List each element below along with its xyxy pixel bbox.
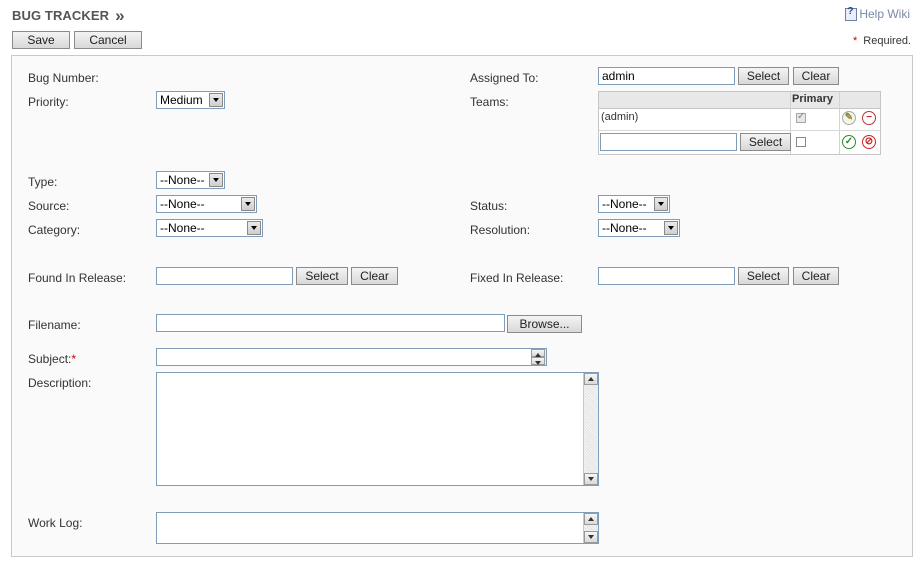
- scroll-up-icon[interactable]: [584, 513, 598, 525]
- accept-icon[interactable]: ✓: [842, 135, 856, 149]
- description-scrollbar[interactable]: [583, 373, 598, 485]
- type-label: Type:: [28, 175, 58, 189]
- assigned-to-label: Assigned To:: [470, 71, 539, 85]
- scroll-track[interactable]: [585, 385, 597, 473]
- type-select[interactable]: --None--: [156, 171, 225, 189]
- divider: [599, 130, 880, 131]
- teams-label: Teams:: [470, 95, 509, 109]
- resolution-label: Resolution:: [470, 223, 531, 237]
- edit-icon[interactable]: ✎: [842, 111, 856, 125]
- page-title-text: BUG TRACKER: [12, 8, 110, 23]
- work-log-textarea[interactable]: [156, 512, 599, 544]
- status-value: --None--: [602, 197, 647, 211]
- assigned-to-input[interactable]: admin: [598, 67, 735, 85]
- priority-label: Priority:: [28, 95, 69, 109]
- fixed-release-clear-button[interactable]: Clear: [793, 267, 839, 285]
- chevron-down-icon: [664, 221, 678, 235]
- teams-table: Primary (admin) ✎ − Select ✓ ⊘: [598, 91, 881, 155]
- assigned-to-clear-button[interactable]: Clear: [793, 67, 839, 85]
- scroll-down-icon[interactable]: [584, 473, 598, 485]
- work-log-label: Work Log:: [28, 516, 83, 530]
- subject-spinner[interactable]: [531, 349, 546, 365]
- scroll-down-icon[interactable]: [584, 531, 598, 543]
- required-star: *: [853, 35, 858, 47]
- required-note: * Required.: [853, 35, 911, 47]
- divider: [839, 92, 840, 154]
- cancel-icon[interactable]: ⊘: [862, 135, 876, 149]
- found-release-select-button[interactable]: Select: [296, 267, 348, 285]
- filename-label: Filename:: [28, 318, 81, 332]
- priority-value: Medium: [160, 93, 203, 107]
- chevron-down-icon: [209, 93, 223, 107]
- fixed-release-label: Fixed In Release:: [470, 271, 564, 285]
- found-release-input[interactable]: [156, 267, 293, 285]
- primary-column-header: Primary: [792, 93, 833, 105]
- category-label: Category:: [28, 223, 81, 237]
- priority-select[interactable]: Medium: [156, 91, 225, 109]
- chevron-down-icon: [654, 197, 668, 211]
- type-value: --None--: [160, 173, 205, 187]
- status-label: Status:: [470, 199, 508, 213]
- new-team-primary-checkbox[interactable]: [796, 137, 806, 147]
- bug-number-label: Bug Number:: [28, 71, 99, 85]
- help-icon: [845, 6, 858, 21]
- assigned-to-select-button[interactable]: Select: [738, 67, 789, 85]
- cancel-button[interactable]: Cancel: [74, 31, 142, 49]
- help-wiki-link[interactable]: Help Wiki: [845, 6, 910, 21]
- status-select[interactable]: --None--: [598, 195, 670, 213]
- chevron-down-icon: [241, 197, 255, 211]
- team-select-button[interactable]: Select: [740, 133, 791, 151]
- required-label: Required.: [863, 35, 911, 47]
- page-title: BUG TRACKER »: [12, 5, 125, 25]
- work-log-scrollbar[interactable]: [583, 513, 598, 543]
- description-label: Description:: [28, 376, 92, 390]
- help-wiki-label: Help Wiki: [859, 7, 910, 21]
- subject-label: Subject:*: [28, 352, 76, 366]
- scroll-up-icon[interactable]: [584, 373, 598, 385]
- source-select[interactable]: --None--: [156, 195, 257, 213]
- browse-button[interactable]: Browse...: [507, 315, 582, 333]
- chevron-icon: »: [115, 6, 125, 25]
- chevron-down-icon: [247, 221, 261, 235]
- save-button[interactable]: Save: [12, 31, 70, 49]
- category-value: --None--: [160, 221, 205, 235]
- subject-required-star: *: [71, 352, 77, 366]
- remove-icon[interactable]: −: [862, 111, 876, 125]
- resolution-value: --None--: [602, 221, 647, 235]
- teams-header: Primary: [599, 92, 880, 109]
- category-select[interactable]: --None--: [156, 219, 263, 237]
- found-release-label: Found In Release:: [28, 271, 127, 285]
- resolution-select[interactable]: --None--: [598, 219, 680, 237]
- team-input[interactable]: [600, 133, 737, 151]
- spin-down-icon[interactable]: [531, 357, 545, 365]
- fixed-release-select-button[interactable]: Select: [738, 267, 789, 285]
- spin-up-icon[interactable]: [531, 349, 545, 357]
- team-primary-checkbox[interactable]: [796, 111, 806, 123]
- source-label: Source:: [28, 199, 70, 213]
- subject-label-text: Subject:: [28, 352, 72, 366]
- subject-input[interactable]: [156, 348, 547, 366]
- found-release-clear-button[interactable]: Clear: [351, 267, 398, 285]
- team-row-name: (admin): [601, 111, 639, 123]
- source-value: --None--: [160, 197, 205, 211]
- filename-input[interactable]: [156, 314, 505, 332]
- chevron-down-icon: [209, 173, 223, 187]
- fixed-release-input[interactable]: [598, 267, 735, 285]
- description-textarea[interactable]: [156, 372, 599, 486]
